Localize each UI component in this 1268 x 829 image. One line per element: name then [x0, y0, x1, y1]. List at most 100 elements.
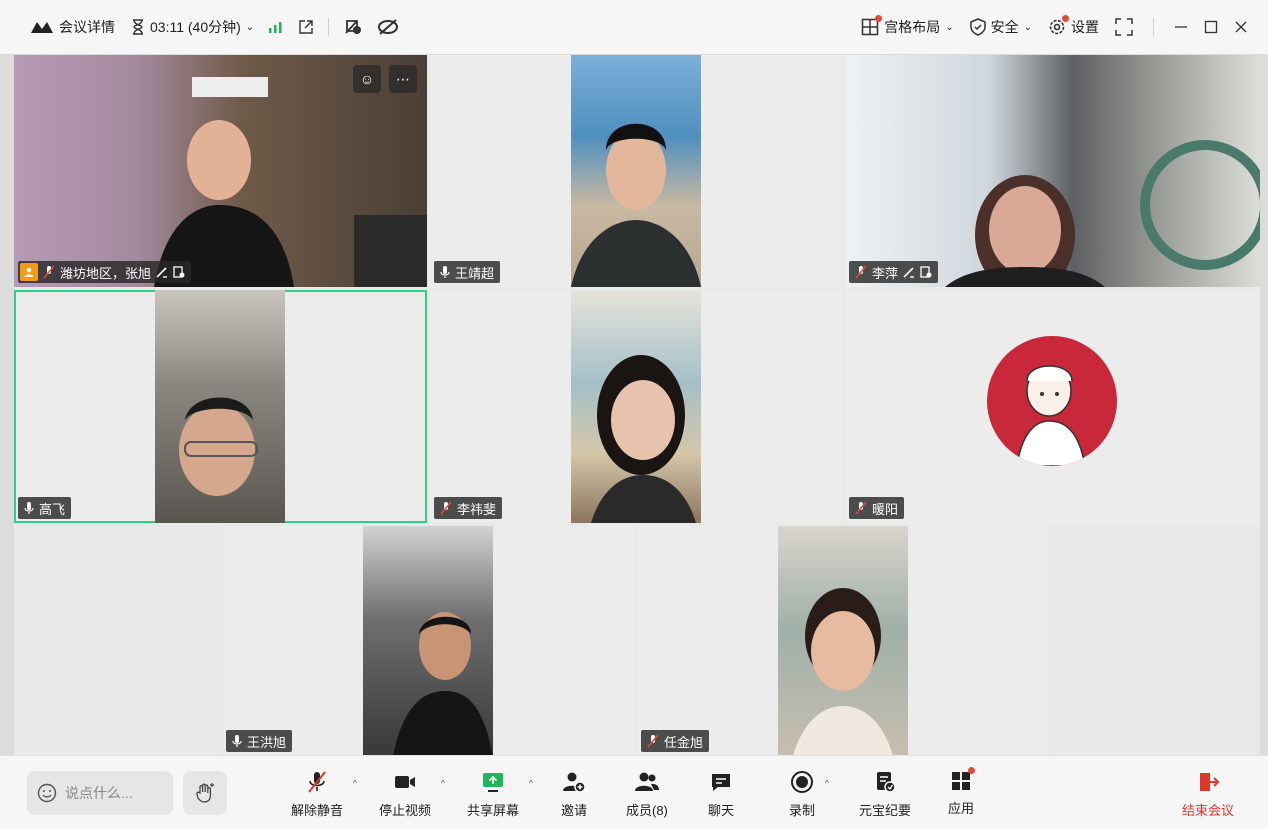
divider — [328, 18, 330, 36]
members-icon — [634, 770, 660, 794]
apps-button[interactable]: 应用 — [948, 767, 975, 817]
members-label: 成员(8) — [626, 803, 668, 818]
end-meeting-label: 结束会议 — [1182, 803, 1235, 818]
participant-name-tag: 暖阳 — [849, 497, 905, 519]
unmute-label: 解除静音 — [291, 803, 344, 818]
participant-tile[interactable]: 任金旭 — [637, 526, 1049, 756]
participant-tile[interactable]: 暖阳 — [845, 290, 1260, 523]
mic-muted-icon — [855, 501, 867, 515]
participant-name: 王靖超 — [455, 265, 495, 281]
record-button[interactable]: 录制 ^ — [789, 770, 829, 819]
participant-avatar — [987, 336, 1117, 466]
participant-video — [363, 526, 493, 756]
record-icon — [790, 770, 814, 794]
participant-name: 李萍 — [872, 265, 899, 281]
grid-layout-button[interactable]: 宫格布局 ⌄ — [861, 15, 954, 37]
participant-name-tag: 王靖超 — [434, 261, 501, 283]
stop-video-label: 停止视频 — [379, 803, 432, 818]
tile-actions: ☺ ⋯ — [353, 65, 417, 93]
participant-name-tag: 高飞 — [18, 497, 72, 519]
settings-label: 设置 — [1071, 19, 1099, 35]
meeting-details-label: 会议详情 — [59, 19, 115, 35]
participant-name: 李祎斐 — [457, 501, 497, 517]
video-grid: ☺ ⋯ 潍坊地区，张旭 王靖超 李萍 高飞 李祎斐 暖阳 王洪旭 任金旭 — [14, 55, 1260, 756]
participant-name: 暖阳 — [872, 501, 899, 517]
grid-layout-icon — [861, 15, 883, 36]
minimize-icon[interactable] — [1174, 20, 1188, 34]
chevron-up-icon[interactable]: ^ — [825, 778, 829, 788]
chevron-up-icon[interactable]: ^ — [529, 778, 533, 788]
annotation-off-icon[interactable] — [343, 18, 363, 36]
grid-layout-label: 宫格布局 — [884, 19, 941, 35]
participant-name-tag: 李萍 — [849, 261, 939, 283]
participant-tile[interactable]: 王靖超 — [430, 55, 842, 287]
participant-tile[interactable]: 李祎斐 — [430, 290, 842, 523]
hide-video-icon[interactable] — [377, 19, 399, 35]
signal-strength-icon[interactable] — [268, 20, 282, 34]
participant-video — [571, 290, 701, 523]
chat-input[interactable]: 说点什么... — [27, 771, 173, 815]
add-user-icon — [562, 770, 586, 794]
raise-hand-button[interactable] — [183, 771, 227, 815]
record-permission-icon — [173, 266, 185, 278]
bottom-toolbar: 说点什么... 解除静音 ^ 停止视频 ^ 共享屏幕 ^ 邀请 成员(8) 聊天… — [0, 755, 1268, 829]
chat-icon — [709, 770, 733, 794]
mic-icon — [232, 734, 242, 748]
security-label: 安全 — [990, 19, 1019, 35]
stop-video-button[interactable]: 停止视频 ^ — [379, 770, 445, 819]
emoji-icon[interactable] — [37, 783, 57, 803]
participant-name-tag: 任金旭 — [641, 730, 710, 752]
end-meeting-button[interactable]: 结束会议 — [1182, 770, 1234, 819]
maximize-icon[interactable] — [1204, 20, 1218, 34]
chevron-down-icon: ⌄ — [945, 21, 954, 33]
close-icon[interactable] — [1234, 20, 1248, 34]
chevron-up-icon[interactable]: ^ — [441, 778, 445, 788]
hourglass-icon — [131, 19, 145, 35]
meeting-timer[interactable]: 03:11 (40分钟) ⌄ — [131, 17, 254, 37]
participant-video — [571, 55, 701, 287]
participant-name: 王洪旭 — [247, 734, 287, 750]
participant-tile[interactable]: 李萍 — [845, 55, 1260, 287]
tencent-meeting-logo-icon — [30, 20, 54, 34]
gear-icon — [1048, 15, 1069, 36]
unmute-button[interactable]: 解除静音 ^ — [291, 770, 357, 819]
mic-muted-icon — [43, 265, 55, 279]
participant-name: 任金旭 — [664, 734, 704, 750]
participant-video — [845, 55, 1260, 287]
mic-icon — [24, 501, 34, 515]
apps-icon — [950, 767, 975, 792]
annotate-icon — [156, 266, 168, 278]
participant-tile[interactable]: 王洪旭 — [222, 526, 634, 756]
participant-name-tag: 潍坊地区，张旭 — [18, 261, 192, 283]
more-icon[interactable]: ⋯ — [389, 65, 417, 93]
fullscreen-icon[interactable] — [1115, 18, 1133, 36]
invite-button[interactable]: 邀请 — [561, 770, 587, 819]
chat-placeholder: 说点什么... — [65, 785, 133, 801]
settings-button[interactable]: 设置 — [1048, 15, 1099, 37]
chevron-up-icon[interactable]: ^ — [353, 778, 357, 788]
yuanbao-notes-button[interactable]: 元宝纪要 — [859, 770, 911, 819]
popout-icon[interactable] — [298, 19, 314, 35]
top-toolbar: 会议详情 03:11 (40分钟) ⌄ 宫格布局 ⌄ 安全 ⌄ 设置 — [0, 0, 1268, 54]
camera-icon — [393, 770, 417, 794]
participant-tile[interactable]: ☺ ⋯ 潍坊地区，张旭 — [14, 55, 427, 287]
mic-muted-icon — [440, 501, 452, 515]
meeting-details-button[interactable]: 会议详情 — [30, 17, 115, 37]
share-screen-button[interactable]: 共享屏幕 ^ — [467, 770, 533, 819]
participant-tile-active[interactable]: 高飞 — [14, 290, 427, 523]
members-button[interactable]: 成员(8) — [626, 770, 668, 819]
participant-video — [155, 290, 285, 523]
top-right-controls: 宫格布局 ⌄ 安全 ⌄ 设置 — [861, 0, 1248, 54]
yuanbao-notes-label: 元宝纪要 — [859, 803, 912, 818]
security-button[interactable]: 安全 ⌄ — [969, 17, 1032, 37]
invite-label: 邀请 — [561, 803, 588, 818]
chevron-down-icon: ⌄ — [1023, 21, 1032, 33]
participant-name: 潍坊地区，张旭 — [60, 265, 152, 281]
reaction-icon[interactable]: ☺ — [353, 65, 381, 93]
record-permission-icon — [920, 266, 932, 278]
participant-video — [778, 526, 908, 756]
raise-hand-icon — [194, 782, 216, 804]
chat-button[interactable]: 聊天 — [708, 770, 734, 819]
mic-muted-icon — [855, 265, 867, 279]
participant-name-tag: 王洪旭 — [226, 730, 293, 752]
